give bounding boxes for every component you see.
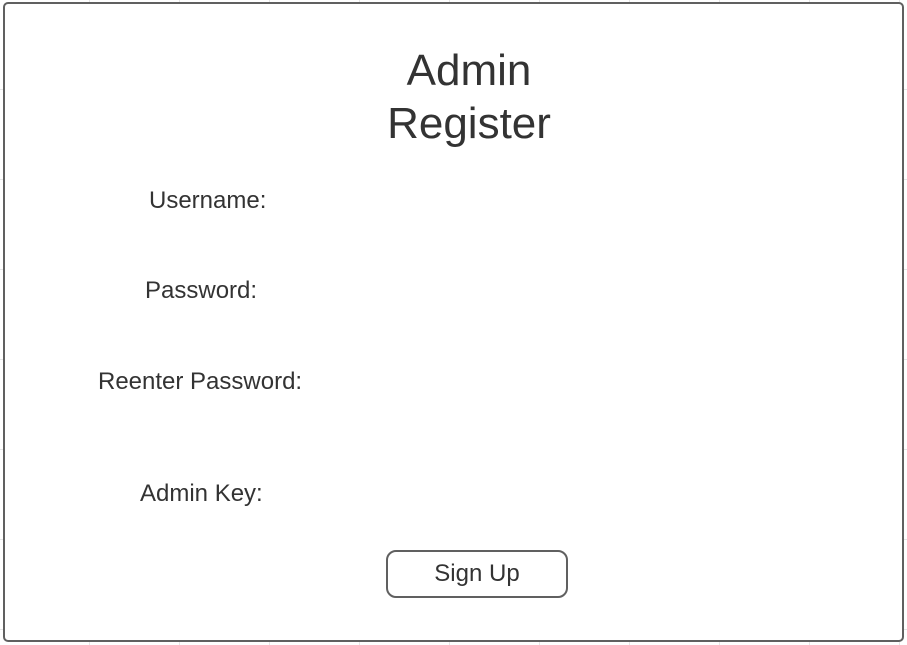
design-canvas: Admin Register Username: Password: Reent…: [0, 0, 907, 645]
password-label: Password:: [145, 277, 258, 304]
reenter-password-label: Reenter Password:: [98, 368, 303, 395]
reenter-password-input[interactable]: [330, 367, 794, 399]
page-title: Admin Register: [0, 44, 907, 150]
username-input[interactable]: [330, 186, 794, 218]
admin-key-label: Admin Key:: [140, 480, 263, 507]
page-title-line-2: Register: [387, 99, 551, 148]
password-input[interactable]: [330, 276, 794, 308]
admin-key-input[interactable]: [330, 479, 794, 511]
page-title-line-1: Admin: [406, 46, 532, 95]
sign-up-button[interactable]: Sign Up: [386, 550, 568, 598]
username-label: Username:: [149, 187, 267, 214]
